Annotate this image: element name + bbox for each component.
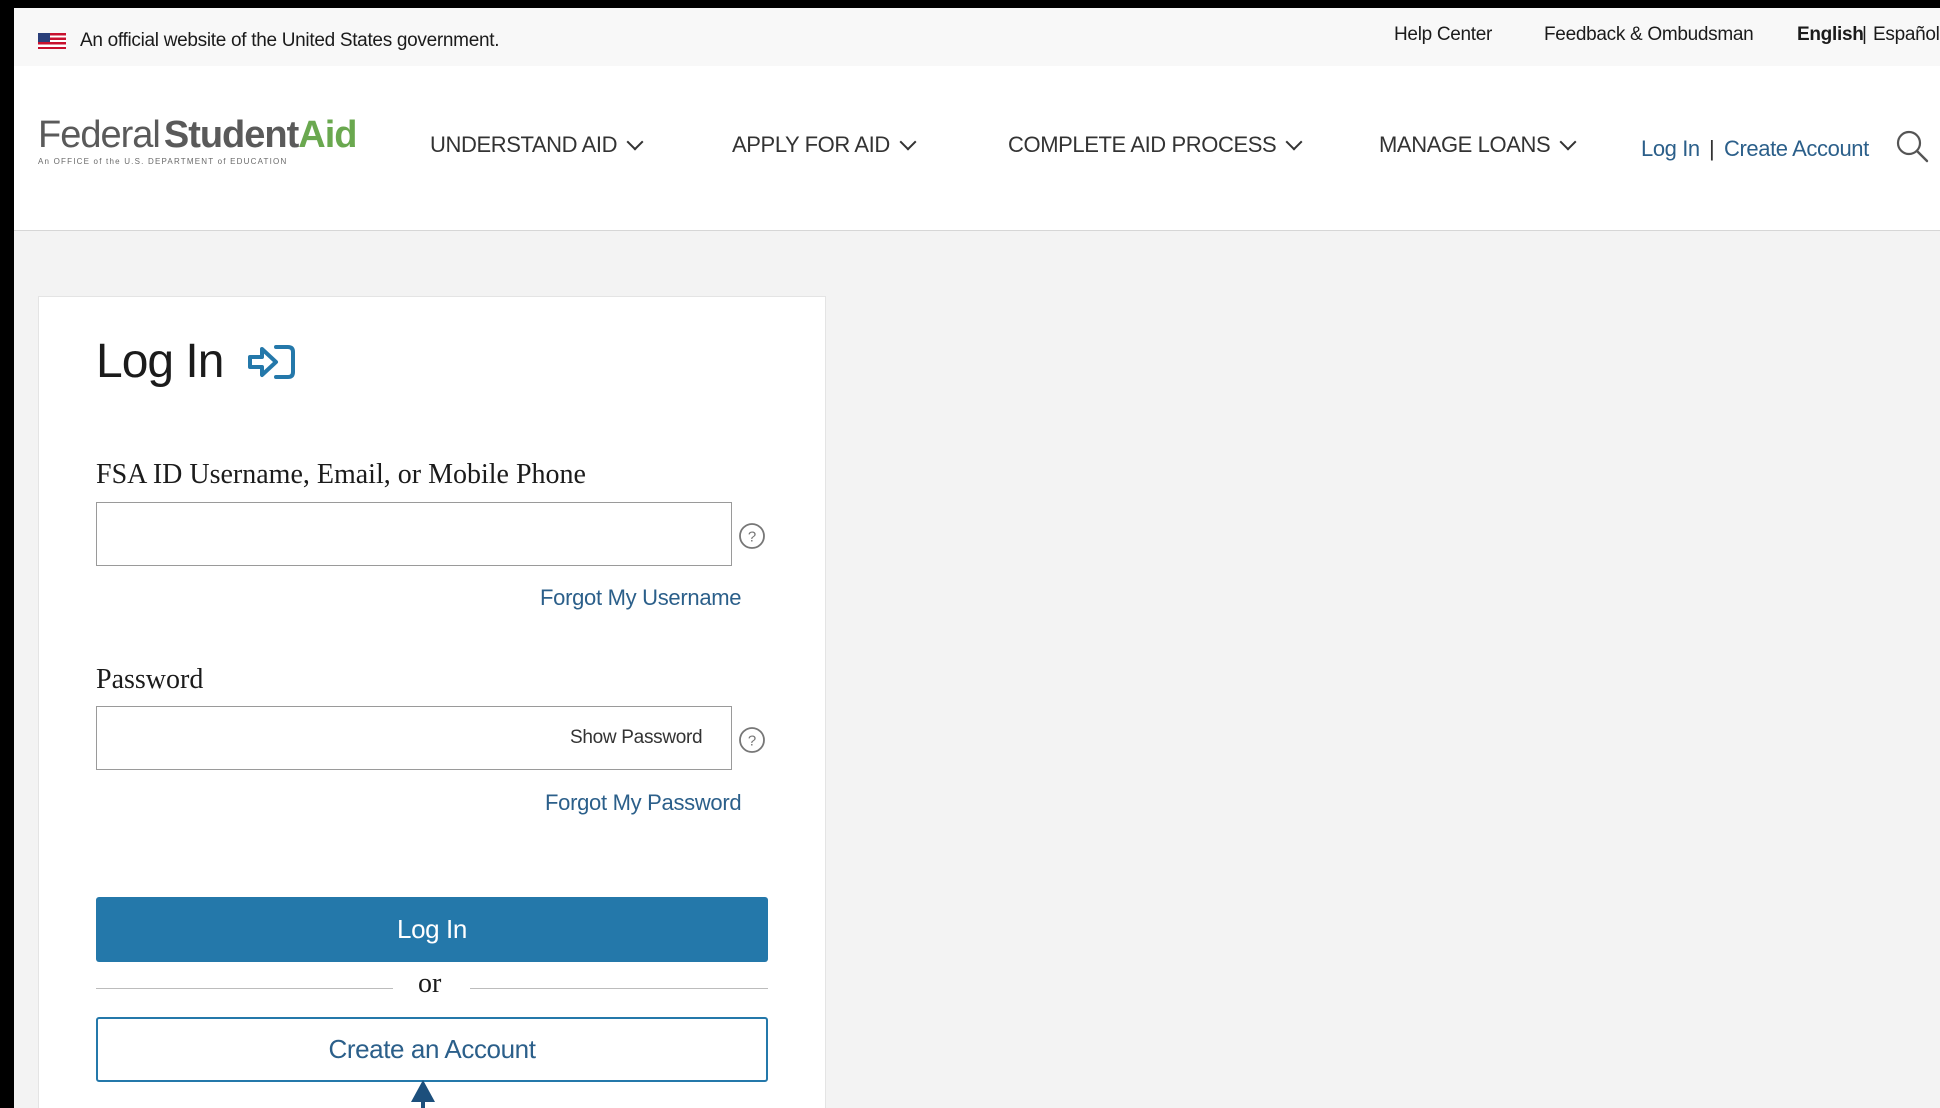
- password-label: Password: [96, 664, 204, 695]
- username-label: FSA ID Username, Email, or Mobile Phone: [96, 459, 586, 490]
- nav-label: APPLY FOR AID: [732, 132, 890, 157]
- login-arrow-icon: [248, 345, 295, 379]
- header-account-separator: |: [1709, 136, 1715, 161]
- nav-manage-loans[interactable]: MANAGE LOANS: [1379, 132, 1577, 158]
- header-login-link[interactable]: Log In: [1641, 136, 1700, 162]
- username-input[interactable]: [96, 502, 732, 566]
- nav-apply-for-aid[interactable]: APPLY FOR AID: [732, 132, 917, 158]
- nav-label: COMPLETE AID PROCESS: [1008, 132, 1277, 157]
- login-title: Log In: [96, 335, 224, 388]
- nav-label: UNDERSTAND AID: [430, 132, 618, 157]
- logo-student: Student: [163, 114, 299, 156]
- nav-understand-aid[interactable]: UNDERSTAND AID: [430, 132, 644, 158]
- nav-complete-aid-process[interactable]: COMPLETE AID PROCESS: [1008, 132, 1303, 158]
- chevron-down-icon: [1559, 133, 1577, 151]
- lang-separator: |: [1862, 24, 1867, 45]
- fsa-logo[interactable]: Federal StudentAid An OFFICE of the U.S. …: [38, 114, 358, 166]
- annotation-arrow-icon: [411, 1080, 435, 1108]
- help-center-link[interactable]: Help Center: [1394, 24, 1492, 46]
- show-password-toggle[interactable]: Show Password: [570, 727, 703, 749]
- search-icon[interactable]: [1894, 128, 1930, 164]
- login-button[interactable]: Log In: [96, 897, 768, 962]
- site-header: Federal StudentAid An OFFICE of the U.S. …: [14, 66, 1940, 231]
- logo-subtitle: An OFFICE of the U.S. DEPARTMENT of EDUC…: [38, 157, 288, 166]
- us-flag-icon: [38, 33, 66, 49]
- lang-espanol-link[interactable]: Español: [1873, 24, 1940, 46]
- official-site-text: An official website of the United States…: [80, 30, 500, 51]
- or-divider-text: or: [418, 968, 442, 999]
- svg-text:?: ?: [748, 733, 756, 750]
- logo-aid: Aid: [298, 114, 357, 156]
- create-account-button[interactable]: Create an Account: [96, 1017, 768, 1082]
- forgot-username-link[interactable]: Forgot My Username: [540, 585, 742, 611]
- chevron-down-icon: [626, 133, 644, 151]
- question-circle-icon[interactable]: ?: [738, 726, 766, 754]
- forgot-password-link[interactable]: Forgot My Password: [545, 790, 742, 816]
- header-create-account-link[interactable]: Create Account: [1724, 136, 1869, 162]
- logo-federal: Federal: [38, 114, 161, 156]
- nav-label: MANAGE LOANS: [1379, 132, 1551, 157]
- chevron-down-icon: [1285, 133, 1303, 151]
- question-circle-icon[interactable]: ?: [738, 522, 766, 550]
- lang-english-link[interactable]: English: [1797, 24, 1864, 46]
- svg-text:?: ?: [748, 529, 756, 546]
- chevron-down-icon: [899, 133, 917, 151]
- feedback-link[interactable]: Feedback & Ombudsman: [1544, 24, 1754, 46]
- divider-right: [470, 988, 768, 989]
- divider-left: [96, 988, 393, 989]
